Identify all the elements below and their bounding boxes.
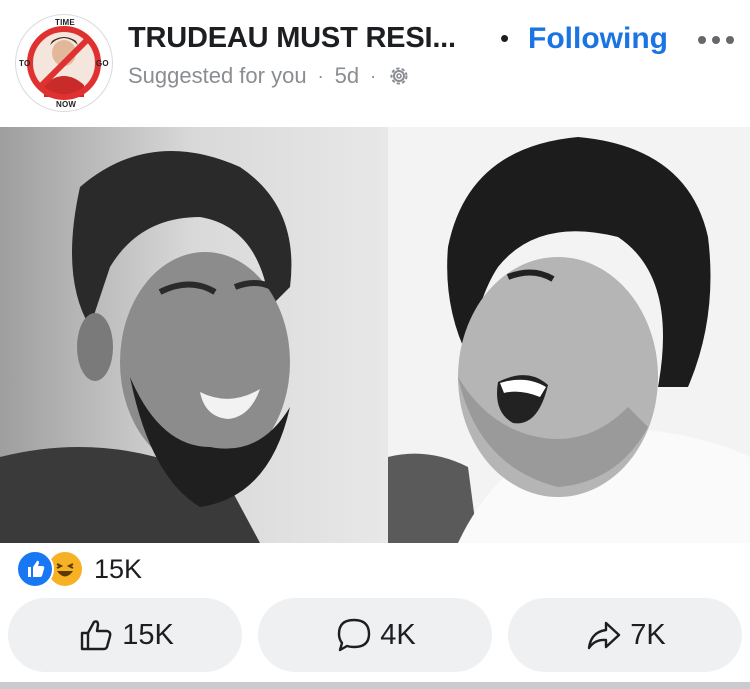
more-icon[interactable] bbox=[696, 30, 736, 50]
like-reaction-icon bbox=[16, 550, 54, 588]
post-header: TIME NOW TO GO TRUDEAU MUST RESI... • Fo… bbox=[0, 0, 750, 127]
post-age[interactable]: 5d bbox=[335, 63, 359, 89]
avatar-text-bottom: NOW bbox=[56, 100, 77, 109]
comment-button[interactable]: 4K bbox=[258, 598, 492, 672]
avatar-text-right: GO bbox=[96, 59, 109, 68]
page-avatar[interactable]: TIME NOW TO GO bbox=[16, 15, 112, 111]
avatar-text-left: TO bbox=[19, 59, 31, 68]
meta-separator: · bbox=[370, 65, 377, 86]
post-meta: Suggested for you · 5d · bbox=[128, 63, 411, 89]
left-portrait-graphic bbox=[0, 127, 388, 543]
right-portrait-graphic bbox=[388, 127, 750, 543]
thumbs-up-icon bbox=[80, 620, 112, 651]
gear-icon[interactable] bbox=[387, 64, 411, 88]
reaction-count: 15K bbox=[94, 553, 143, 584]
comment-count: 4K bbox=[380, 618, 416, 651]
share-count: 7K bbox=[630, 618, 666, 651]
left-portrait-image[interactable] bbox=[0, 127, 388, 543]
share-icon bbox=[588, 621, 621, 650]
follow-separator-dot: • bbox=[500, 23, 510, 53]
like-button[interactable]: 15K bbox=[8, 598, 242, 672]
page-name-link[interactable]: TRUDEAU MUST RESI... bbox=[128, 22, 456, 55]
right-portrait-image[interactable] bbox=[388, 127, 750, 543]
reaction-summary[interactable]: 15K bbox=[16, 550, 143, 588]
meta-separator: · bbox=[317, 65, 324, 86]
avatar-text-top: TIME bbox=[55, 18, 75, 27]
share-button[interactable]: 7K bbox=[508, 598, 742, 672]
suggested-label: Suggested for you bbox=[128, 63, 307, 88]
following-button[interactable]: Following bbox=[528, 22, 668, 56]
feed-divider bbox=[0, 682, 750, 689]
comment-icon bbox=[338, 618, 371, 652]
like-count: 15K bbox=[122, 618, 174, 651]
